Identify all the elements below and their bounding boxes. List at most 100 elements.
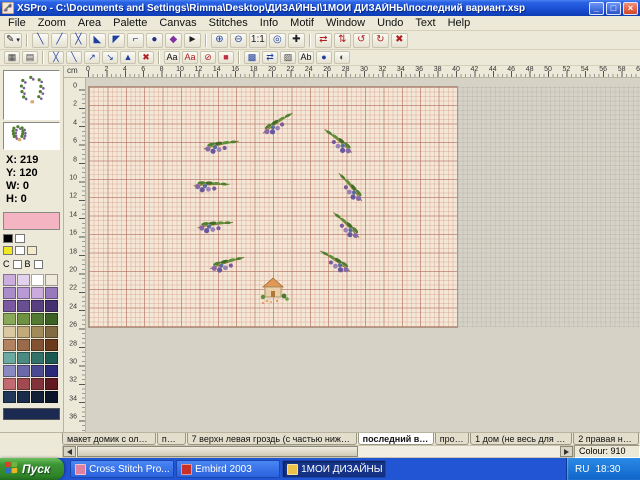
grid-lines-button[interactable]: ▤: [22, 51, 38, 64]
zoom-out-button[interactable]: ⊖: [230, 33, 247, 48]
minimize-button[interactable]: _: [589, 2, 604, 15]
design-tab-1[interactable]: проба: [157, 433, 186, 445]
zoom-actual-button[interactable]: 1:1: [249, 33, 267, 48]
palette-swatch[interactable]: [3, 313, 16, 325]
menu-zoom[interactable]: Zoom: [32, 16, 72, 30]
palette-swatch[interactable]: [45, 365, 58, 377]
background-colour-swatch[interactable]: [3, 408, 60, 420]
mini-colour-swatch[interactable]: [15, 234, 25, 243]
olive-branch-motif[interactable]: [327, 168, 372, 207]
half-view-button[interactable]: ╲: [66, 51, 82, 64]
menu-palette[interactable]: Palette: [107, 16, 153, 30]
navigation-preview[interactable]: [3, 122, 60, 150]
maximize-button[interactable]: □: [606, 2, 621, 15]
menu-window[interactable]: Window: [320, 16, 371, 30]
no-colour-button[interactable]: ⊘: [200, 51, 216, 64]
olive-branch-motif[interactable]: [316, 125, 359, 159]
menu-help[interactable]: Help: [442, 16, 477, 30]
design-tab-6[interactable]: 2 правая ниж гр...: [573, 433, 639, 445]
palette-swatch[interactable]: [31, 391, 44, 403]
house-motif[interactable]: [257, 275, 291, 305]
olive-branch-motif[interactable]: [188, 166, 233, 205]
pattern-fill-button[interactable]: ▩: [244, 51, 260, 64]
olive-branch-motif[interactable]: [257, 108, 298, 139]
scrollbar-thumb[interactable]: [77, 446, 358, 457]
palette-swatch[interactable]: [17, 391, 30, 403]
palette-swatch[interactable]: [3, 326, 16, 338]
palette-swatch[interactable]: [17, 300, 30, 312]
font-large-button[interactable]: Aa: [164, 51, 180, 64]
select-tool-button[interactable]: ►: [184, 33, 201, 48]
horizontal-scrollbar[interactable]: [62, 445, 574, 458]
palette-swatch[interactable]: [45, 300, 58, 312]
palette-swatch[interactable]: [31, 378, 44, 390]
current-colour-swatch[interactable]: [3, 212, 60, 230]
palette-swatch[interactable]: [3, 352, 16, 364]
menu-info[interactable]: Info: [254, 16, 284, 30]
taskbar-task[interactable]: 1МОИ ДИЗАЙНЫ: [282, 460, 386, 478]
scroll-left-arrow[interactable]: [63, 446, 76, 457]
delete-tool-button[interactable]: ✖: [391, 33, 408, 48]
palette-swatch[interactable]: [31, 339, 44, 351]
palette-swatch[interactable]: [45, 313, 58, 325]
palette-swatch[interactable]: [17, 378, 30, 390]
bead-tool-button[interactable]: ◆: [165, 33, 182, 48]
knit-view-button[interactable]: ▨: [280, 51, 296, 64]
start-button[interactable]: Пуск: [0, 458, 64, 480]
palette-swatch[interactable]: [45, 274, 58, 286]
palette-swatch[interactable]: [17, 326, 30, 338]
mini-colour-swatch[interactable]: [15, 246, 25, 255]
design-tab-3[interactable]: последний вариант: [358, 433, 434, 445]
palette-swatch[interactable]: [45, 287, 58, 299]
design-tab-0[interactable]: макет домик с оливочками: [62, 433, 156, 445]
palette-swatch[interactable]: [17, 339, 30, 351]
palette-swatch[interactable]: [3, 378, 16, 390]
palette-swatch[interactable]: [17, 352, 30, 364]
palette-swatch[interactable]: [31, 274, 44, 286]
palette-swatch[interactable]: [17, 313, 30, 325]
palette-swatch[interactable]: [31, 313, 44, 325]
language-indicator[interactable]: RU: [575, 464, 589, 475]
pan-tool-button[interactable]: ✚: [288, 33, 305, 48]
dot-blue-button[interactable]: ●: [316, 51, 332, 64]
palette-swatch[interactable]: [45, 378, 58, 390]
mini-colour-swatch[interactable]: [3, 234, 13, 243]
swap-colours-button[interactable]: ⇄: [262, 51, 278, 64]
close-button[interactable]: ×: [623, 2, 638, 15]
design-tab-2[interactable]: 7 верхн левая гроздь (с частью ниж ветки…: [187, 433, 357, 445]
design-tab-4[interactable]: проба 2: [435, 433, 469, 445]
palette-swatch[interactable]: [45, 391, 58, 403]
toggle-box-c[interactable]: [13, 260, 22, 269]
palette-swatch[interactable]: [31, 365, 44, 377]
menu-undo[interactable]: Undo: [371, 16, 409, 30]
palette-swatch[interactable]: [17, 365, 30, 377]
palette-swatch[interactable]: [31, 352, 44, 364]
olive-branch-motif[interactable]: [193, 208, 237, 244]
pencil-tool-button[interactable]: ✎▾: [4, 33, 22, 48]
menu-text[interactable]: Text: [409, 16, 441, 30]
rotate-right-button[interactable]: ↻: [372, 33, 389, 48]
motif-down-button[interactable]: ↘: [102, 51, 118, 64]
mini-colour-swatch[interactable]: [3, 246, 13, 255]
three-quarter-stitch-button[interactable]: ◣: [89, 33, 106, 48]
scroll-right-arrow[interactable]: [560, 446, 573, 457]
olive-branch-motif[interactable]: [206, 248, 247, 279]
design-canvas[interactable]: [88, 86, 458, 328]
palette-swatch[interactable]: [17, 274, 30, 286]
full-stitch-button[interactable]: ╳: [70, 33, 87, 48]
grid-toggle-button[interactable]: ▦: [4, 51, 20, 64]
pattern-preview[interactable]: [3, 70, 60, 120]
triangle-tool-button[interactable]: ▲: [120, 51, 136, 64]
mirror-vertical-button[interactable]: ⇅: [334, 33, 351, 48]
palette-swatch[interactable]: [31, 300, 44, 312]
palette-swatch[interactable]: [3, 300, 16, 312]
zoom-in-button[interactable]: ⊕: [211, 33, 228, 48]
olive-branch-motif[interactable]: [199, 129, 242, 163]
backstitch-button[interactable]: ⌐: [127, 33, 144, 48]
palette-swatch[interactable]: [3, 365, 16, 377]
motif-up-button[interactable]: ↗: [84, 51, 100, 64]
olive-branch-motif[interactable]: [314, 246, 355, 277]
half-stitch-backward-button[interactable]: ╲: [32, 33, 49, 48]
rotate-left-button[interactable]: ↺: [353, 33, 370, 48]
colour-sample-button[interactable]: ■: [218, 51, 234, 64]
